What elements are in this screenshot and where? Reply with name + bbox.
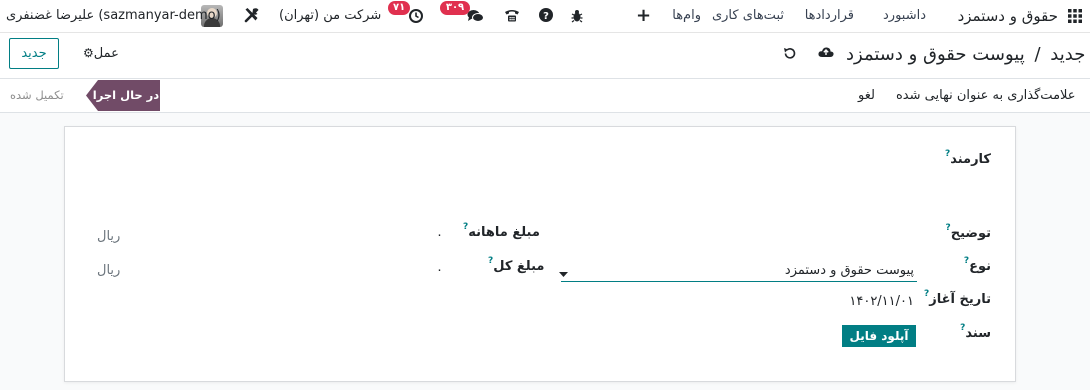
type-label: ?نوع [963, 256, 991, 274]
mark-final-button[interactable]: علامت‌گذاری به عنوان نهایی شده [896, 88, 1076, 103]
menu-loans[interactable]: وام‌ها [672, 8, 701, 23]
top-navbar: حقوق و دستمزد داشبورد قراردادها ثبت‌های … [0, 0, 1090, 33]
messages-count-badge: ۳۰۹ [440, 1, 470, 15]
breadcrumb-separator: / [1034, 44, 1041, 65]
help-marker[interactable]: ? [463, 222, 468, 232]
chevron-down-icon[interactable] [559, 267, 568, 282]
breadcrumb: جدید / پیوست حقوق و دستمزد [846, 44, 1085, 65]
total-amount-input[interactable]: ۰ [436, 263, 443, 278]
breadcrumb-parent[interactable]: پیوست حقوق و دستمزد [846, 44, 1025, 65]
stage-done[interactable]: تکمیل شده [10, 88, 64, 102]
employee-label: ?کارمند [944, 149, 991, 167]
status-bar: علامت‌گذاری به عنوان نهایی شده لغو در حا… [0, 79, 1090, 113]
help-marker[interactable]: ? [488, 256, 493, 266]
total-amount-currency: ریال [97, 263, 121, 278]
type-field-underline [561, 281, 917, 282]
help-marker[interactable]: ? [964, 256, 969, 266]
menu-work-entries[interactable]: ثبت‌های کاری [712, 8, 784, 23]
help-marker[interactable]: ? [945, 223, 950, 233]
new-button[interactable]: جدید [9, 38, 59, 69]
monthly-amount-input[interactable]: ۰ [436, 228, 443, 243]
document-label: ?سند [960, 323, 991, 341]
monthly-amount-label: ?مبلغ ماهانه [463, 222, 540, 240]
action-label: عمل [93, 46, 119, 61]
menu-dashboard[interactable]: داشبورد [883, 8, 926, 23]
form-sheet: ?کارمند ?توضیح ?مبلغ ماهانه ۰ ریال ?نوع … [64, 126, 1016, 382]
stage-running[interactable]: در حال اجرا [86, 80, 160, 111]
discard-changes-icon[interactable] [783, 47, 796, 64]
total-amount-label: ?مبلغ کل [488, 256, 545, 274]
company-switcher[interactable]: شرکت من (تهران) [279, 8, 381, 23]
upload-file-button[interactable]: آپلود فایل [842, 325, 916, 347]
app-title[interactable]: حقوق و دستمزد [958, 7, 1058, 25]
action-menu[interactable]: ⚙عمل [83, 46, 119, 61]
help-marker[interactable]: ? [945, 149, 950, 159]
plus-icon[interactable]: + [636, 7, 651, 25]
tools-icon[interactable] [243, 6, 261, 28]
start-date-label: ?تاریخ آغاز [924, 289, 991, 307]
messages-icon[interactable] [467, 9, 484, 27]
activities-count-badge: ۷۱ [388, 1, 411, 15]
help-icon[interactable]: ? [539, 8, 553, 26]
type-select[interactable]: پیوست حقوق و دستمزد [785, 263, 914, 278]
apps-menu-icon[interactable] [1068, 9, 1082, 23]
user-menu[interactable]: علیرضا غضنفری (sazmanyar-demo) [6, 8, 221, 23]
gear-icon: ⚙ [83, 46, 94, 60]
svg-text:?: ? [543, 11, 549, 22]
help-marker[interactable]: ? [924, 289, 929, 299]
control-panel: جدید ⚙عمل جدید / پیوست حقوق و دستمزد [0, 33, 1090, 79]
help-marker[interactable]: ? [960, 323, 965, 333]
description-label: ?توضیح [945, 223, 991, 241]
voip-phone-icon[interactable] [504, 8, 520, 27]
monthly-amount-currency: ریال [97, 229, 121, 244]
menu-contracts[interactable]: قراردادها [805, 8, 854, 23]
bug-icon[interactable] [571, 9, 583, 27]
start-date-input[interactable]: ۱۴۰۲/۱۱/۰۱ [849, 294, 914, 309]
cancel-button[interactable]: لغو [858, 88, 875, 103]
save-cloud-icon[interactable] [818, 46, 834, 62]
activities-clock-icon[interactable] [409, 9, 423, 27]
breadcrumb-current: جدید [1050, 44, 1086, 65]
